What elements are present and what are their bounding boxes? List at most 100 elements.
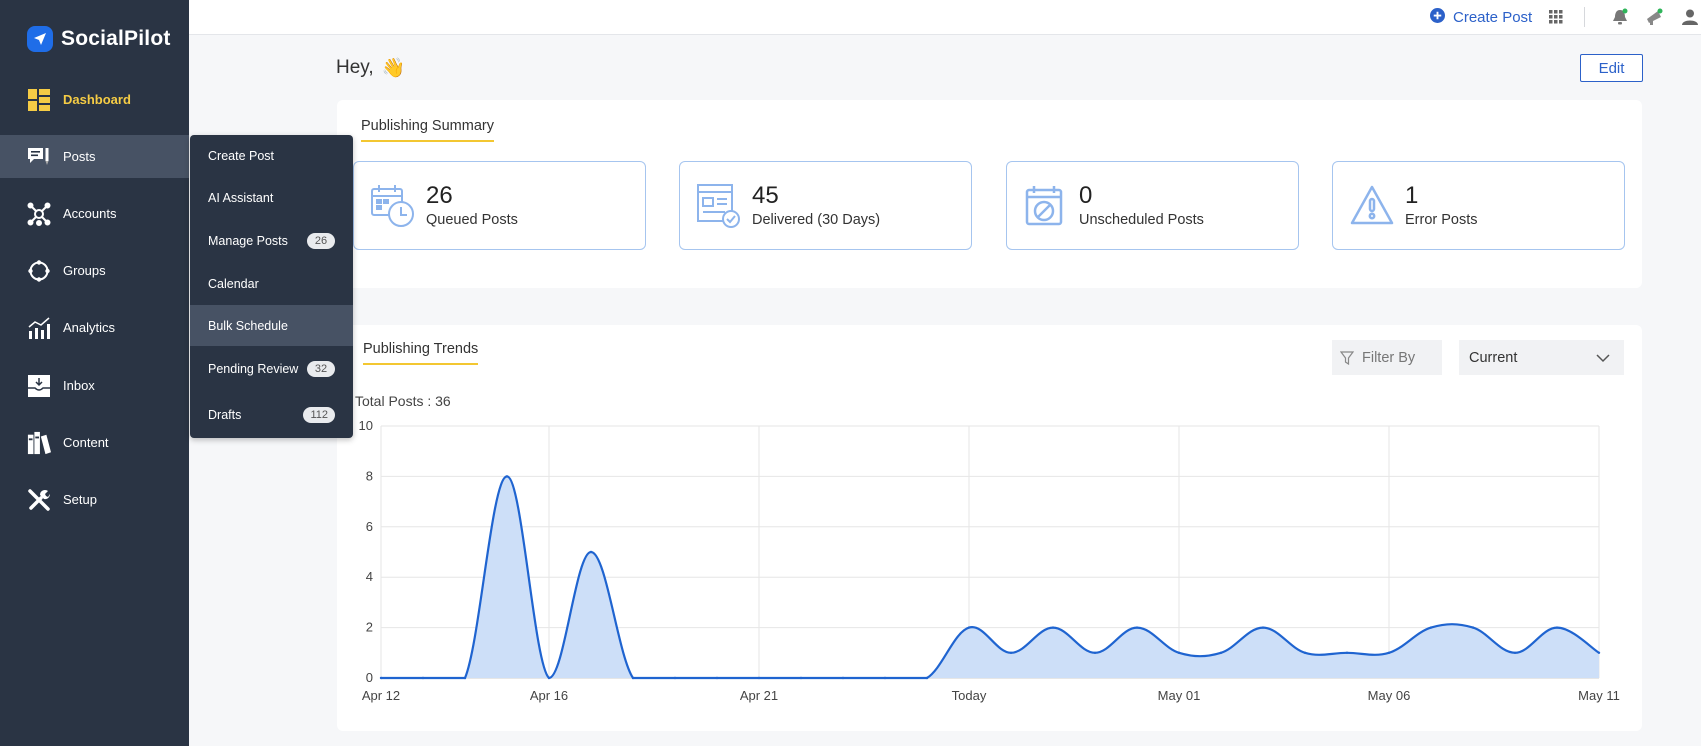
submenu-item-ai-assistant[interactable]: AI Assistant — [190, 177, 353, 218]
submenu-item-label: Pending Review — [208, 361, 299, 376]
stat-card-queued[interactable]: 26 Queued Posts — [353, 161, 646, 250]
app-name: SocialPilot — [61, 27, 171, 50]
filter-by-button[interactable]: Filter By — [1332, 340, 1442, 375]
data-point — [1093, 651, 1097, 654]
data-point — [799, 676, 803, 680]
x-tick-label: Today — [952, 688, 987, 703]
total-posts-label: Total Posts : 36 — [355, 393, 451, 409]
submenu-item-manage-posts[interactable]: Manage Posts 26 — [190, 220, 353, 261]
publishing-summary-tab[interactable]: Publishing Summary — [361, 118, 494, 142]
stat-value: 45 — [752, 182, 779, 210]
submenu-item-label: AI Assistant — [208, 190, 274, 205]
user-icon[interactable] — [1680, 7, 1700, 27]
stat-label: Queued Posts — [426, 211, 518, 228]
announcement-icon[interactable] — [1644, 7, 1664, 27]
data-point — [925, 676, 929, 680]
sidebar-item-posts[interactable]: Posts — [0, 135, 189, 178]
stat-value: 0 — [1079, 182, 1093, 210]
stat-label: Delivered (30 Days) — [752, 211, 881, 228]
data-point — [757, 676, 761, 680]
analytics-icon — [27, 316, 51, 340]
publishing-trends-tab[interactable]: Publishing Trends — [363, 341, 479, 365]
publishing-summary-panel: Publishing Summary 26 Queued Posts 45 De… — [337, 100, 1642, 288]
inbox-icon — [27, 374, 51, 398]
submenu-item-calendar[interactable]: Calendar — [190, 263, 353, 304]
y-tick-label: 2 — [366, 620, 373, 635]
count-badge: 32 — [307, 360, 335, 377]
sidebar-item-groups[interactable]: Groups — [0, 249, 189, 292]
stat-label: Error Posts — [1405, 211, 1478, 228]
submenu-item-bulk-schedule[interactable]: Bulk Schedule — [190, 305, 353, 346]
submenu-item-label: Create Post — [208, 148, 275, 163]
filter-icon — [1340, 350, 1354, 365]
sidebar-item-inbox[interactable]: Inbox — [0, 364, 189, 407]
y-tick-label: 0 — [366, 670, 373, 685]
submenu-item-create-post[interactable]: Create Post — [190, 135, 353, 176]
submenu-item-label: Drafts — [208, 407, 242, 422]
logo-icon — [27, 26, 53, 52]
notification-bell-icon[interactable] — [1610, 7, 1630, 27]
topbar: Create Post — [189, 0, 1701, 35]
topbar-divider — [1584, 7, 1585, 27]
period-selected-value: Current — [1469, 349, 1518, 366]
x-tick-label: Apr 16 — [530, 688, 568, 703]
create-post-link[interactable]: Create Post — [1430, 8, 1532, 27]
submenu-item-drafts[interactable]: Drafts 112 — [190, 394, 353, 435]
chevron-down-icon — [1596, 353, 1610, 362]
greeting: Hey, 👋 — [336, 56, 405, 80]
data-point — [1009, 651, 1013, 654]
greeting-text: Hey, — [336, 57, 374, 78]
logo[interactable]: SocialPilot — [27, 26, 171, 52]
posts-submenu: Create Post AI Assistant Manage Posts 26… — [190, 135, 353, 438]
submenu-item-label: Bulk Schedule — [208, 318, 288, 333]
submenu-item-label: Calendar — [208, 276, 259, 291]
sidebar-item-content[interactable]: Content — [0, 421, 189, 464]
sidebar-item-label: Setup — [63, 492, 97, 507]
data-point — [547, 676, 551, 680]
y-tick-label: 10 — [359, 418, 373, 433]
data-point — [967, 626, 971, 629]
edit-button[interactable]: Edit — [1580, 54, 1643, 82]
submenu-item-label: Manage Posts — [208, 233, 288, 248]
sidebar-item-accounts[interactable]: Accounts — [0, 192, 189, 235]
sidebar-item-setup[interactable]: Setup — [0, 478, 189, 521]
sidebar-item-label: Analytics — [63, 320, 116, 335]
dashboard-icon — [27, 88, 51, 112]
sidebar-item-label: Posts — [63, 149, 96, 164]
y-tick-label: 8 — [366, 468, 373, 483]
create-post-label: Create Post — [1453, 9, 1533, 26]
x-tick-label: May 01 — [1158, 688, 1201, 703]
sidebar-item-dashboard[interactable]: Dashboard — [0, 78, 189, 121]
sidebar-item-label: Dashboard — [63, 92, 131, 107]
data-point — [1261, 626, 1265, 629]
data-point — [505, 475, 509, 478]
data-point — [1387, 651, 1391, 654]
sidebar-item-label: Accounts — [63, 206, 117, 221]
posts-icon — [27, 145, 51, 169]
submenu-item-pending-review[interactable]: Pending Review 32 — [190, 348, 353, 389]
y-tick-label: 6 — [366, 519, 373, 534]
publishing-trends-chart: 0 2 4 6 8 10 Apr 12 Apr 16 Apr 21 Today May 01 May … — [359, 418, 1620, 703]
period-select[interactable]: Current — [1459, 340, 1624, 375]
sidebar-item-label: Content — [63, 435, 109, 450]
x-tick-label: Apr 12 — [362, 688, 400, 703]
data-point — [883, 676, 887, 680]
sidebar-item-label: Groups — [63, 263, 106, 278]
stat-value: 1 — [1405, 182, 1419, 210]
data-point — [421, 676, 425, 680]
setup-icon — [27, 488, 51, 512]
data-point — [1051, 626, 1055, 629]
apps-grid-icon[interactable] — [1546, 7, 1566, 27]
y-tick-label: 4 — [366, 569, 373, 584]
data-point — [1219, 651, 1223, 654]
delivered-doc-icon — [697, 183, 740, 228]
plus-circle-icon — [1430, 8, 1445, 27]
data-point — [1345, 651, 1349, 654]
data-point — [631, 676, 635, 680]
stat-card-delivered[interactable]: 45 Delivered (30 Days) — [679, 161, 972, 250]
data-point — [715, 676, 719, 680]
stat-card-error[interactable]: 1 Error Posts — [1332, 161, 1625, 250]
stat-card-unscheduled[interactable]: 0 Unscheduled Posts — [1006, 161, 1299, 250]
data-point — [841, 676, 845, 680]
sidebar-item-analytics[interactable]: Analytics — [0, 306, 189, 349]
